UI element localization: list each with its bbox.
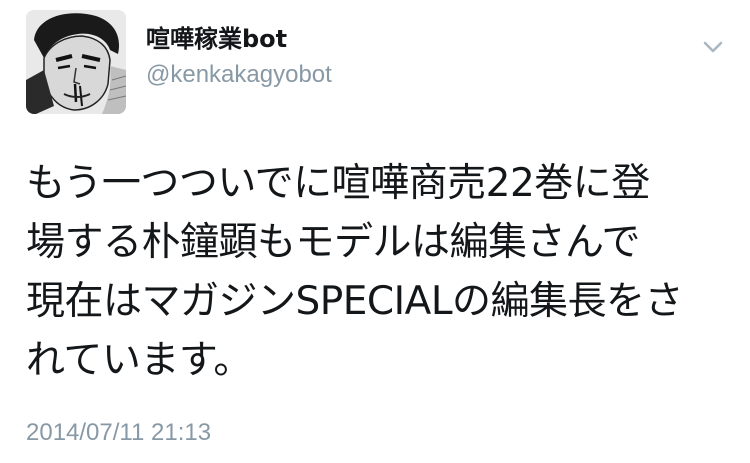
tweet-text: もう一つついでに喧嘩商売22巻に登 場する朴鐘顕もモデルは編集さんで 現在はマガジン… xyxy=(26,154,736,390)
avatar[interactable] xyxy=(26,10,126,114)
tweet-header: 喧嘩稼業bot @kenkakagyobot xyxy=(26,10,726,114)
tweet-text-line: れています。 xyxy=(26,338,252,383)
avatar-image xyxy=(26,10,126,114)
tweet-text-line: 場する朴鐘顕もモデルは編集さんで xyxy=(26,220,641,265)
tweet-timestamp[interactable]: 2014/07/11 21:13 xyxy=(26,418,211,448)
user-names: 喧嘩稼業bot @kenkakagyobot xyxy=(146,24,332,90)
tweet-card: 喧嘩稼業bot @kenkakagyobot もう一つついでに喧嘩商売22巻に登… xyxy=(0,0,750,463)
display-name[interactable]: 喧嘩稼業bot xyxy=(146,24,332,54)
tweet-text-line: 現在はマガジンSPECIALの編集長をさ xyxy=(26,279,684,324)
tweet-text-line: もう一つついでに喧嘩商売22巻に登 xyxy=(26,161,650,206)
screen-name[interactable]: @kenkakagyobot xyxy=(146,60,332,90)
chevron-down-icon[interactable] xyxy=(700,34,726,60)
